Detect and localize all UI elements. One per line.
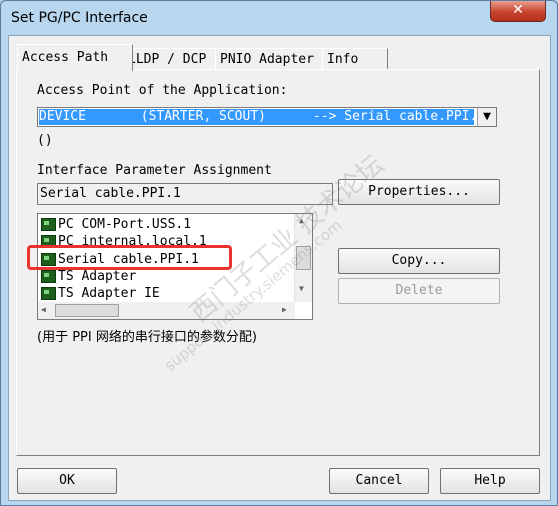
network-card-icon [41, 270, 56, 283]
tab-access-path-label: Access Path [22, 50, 109, 65]
tab-pnio-adapter-label: PNIO Adapter [220, 52, 314, 67]
help-button[interactable]: Help [440, 468, 540, 494]
ok-button[interactable]: OK [17, 468, 117, 494]
chevron-down-icon: ▼ [483, 109, 491, 124]
dialog-window: Set PG/PC Interface ✕ Access Path LLDP /… [0, 0, 558, 506]
red-highlight-box [27, 245, 232, 270]
list-item-label: TS Adapter [58, 269, 137, 284]
tab-lldp-dcp[interactable]: LLDP / DCP [123, 48, 216, 70]
cancel-button[interactable]: Cancel [329, 468, 429, 494]
access-point-description: () [37, 133, 53, 148]
tab-pnio-adapter[interactable]: PNIO Adapter [215, 48, 323, 70]
close-button[interactable]: ✕ [490, 1, 546, 22]
window-title: Set PG/PC Interface [11, 10, 148, 26]
list-item[interactable]: TS Adapter IE [41, 285, 160, 302]
tab-strip: Access Path LLDP / DCP PNIO Adapter Info [9, 36, 550, 71]
dropdown-arrow-button[interactable]: ▼ [477, 108, 496, 126]
network-card-icon [41, 218, 56, 231]
copy-button[interactable]: Copy... [338, 248, 500, 274]
list-item[interactable]: PC COM-Port.USS.1 [41, 216, 191, 233]
list-item[interactable]: TS Adapter [41, 268, 136, 285]
interface-parameter-label: Interface Parameter Assignment [37, 163, 272, 178]
scroll-left-icon[interactable]: ◀ [41, 305, 46, 314]
access-point-selected-value: DEVICE (STARTER, SCOUT) --> Serial cable… [39, 109, 474, 125]
tab-lldp-dcp-label: LLDP / DCP [128, 52, 207, 67]
close-icon: ✕ [512, 2, 524, 18]
delete-button: Delete [338, 278, 500, 304]
scroll-right-icon[interactable]: ▶ [282, 305, 287, 314]
horizontal-scroll-thumb[interactable] [55, 304, 119, 317]
scroll-down-icon[interactable]: ▼ [299, 284, 304, 293]
title-bar[interactable]: Set PG/PC Interface ✕ [1, 1, 557, 35]
interface-parameter-field[interactable]: Serial cable.PPI.1 [37, 183, 333, 205]
list-item-label: PC COM-Port.USS.1 [58, 217, 192, 232]
tab-access-path[interactable]: Access Path [17, 44, 133, 71]
list-item-label: TS Adapter IE [58, 286, 160, 301]
access-point-dropdown[interactable]: DEVICE (STARTER, SCOUT) --> Serial cable… [37, 107, 497, 127]
list-horizontal-scrollbar[interactable]: ◀ ▶ [38, 302, 295, 319]
access-point-label: Access Point of the Application: [37, 83, 288, 98]
tab-info[interactable]: Info [322, 48, 388, 70]
network-card-icon [41, 287, 56, 300]
tab-info-label: Info [327, 52, 359, 67]
